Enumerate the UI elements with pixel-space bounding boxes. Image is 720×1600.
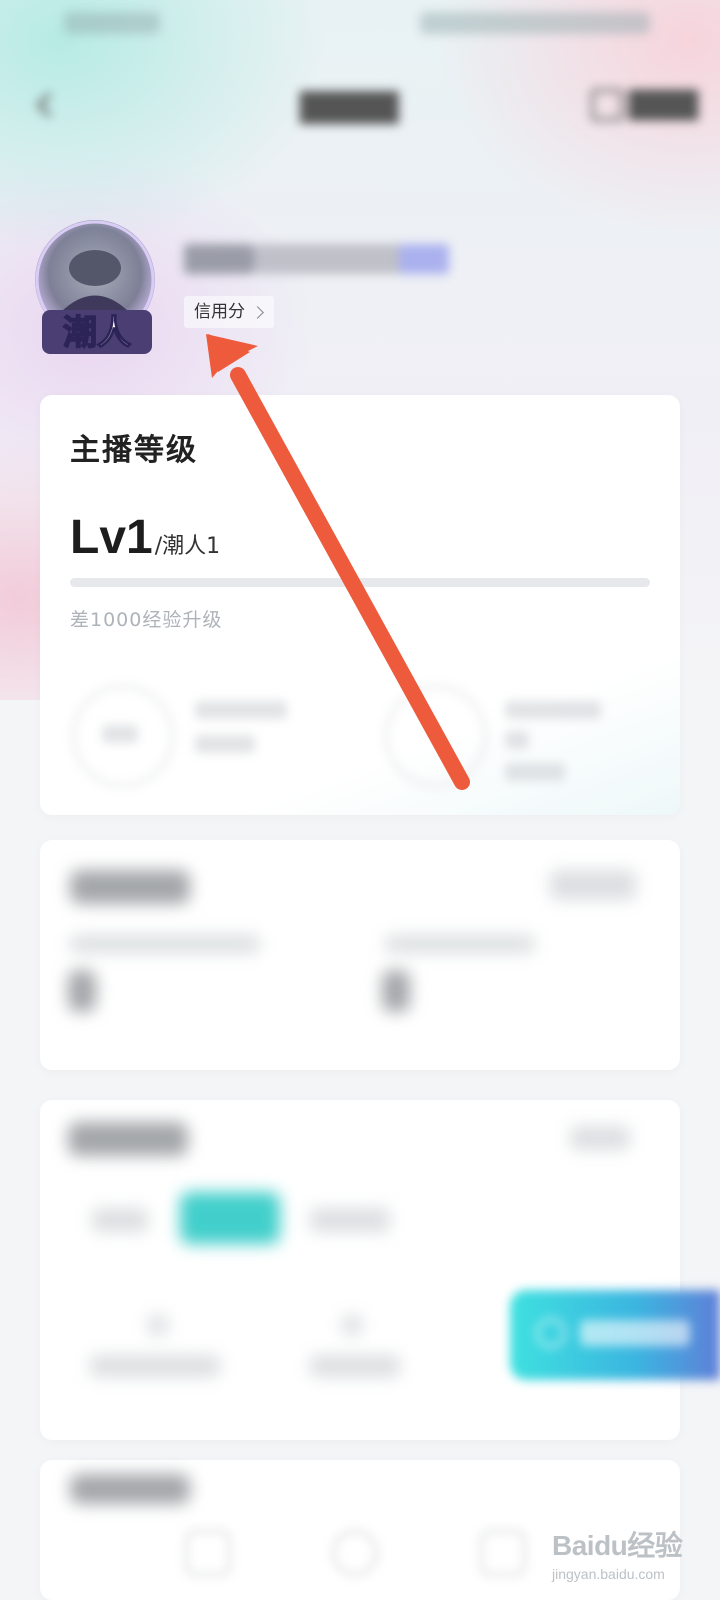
status-bar [0,0,720,48]
exp-needed-text: 差1000经验升级 [70,609,223,631]
watermark-brand: Baidu经验 [552,1530,683,1561]
back-arrow-icon[interactable] [30,90,60,120]
level-name: /潮人1 [154,534,221,559]
live-icon [536,1318,566,1348]
page-title: ▇▇▇▇ [300,86,399,124]
anchor-level-card: 主播等级 Lv1/潮人1 差1000经验升级 [40,395,680,815]
level-value: Lv1 [70,511,153,564]
nav-back-icon[interactable] [185,1530,231,1576]
credit-score-button[interactable]: 信用分 [184,296,274,328]
document-icon [590,88,623,121]
avatar[interactable]: 潮人 [30,218,165,358]
nav-home-icon[interactable] [332,1530,378,1576]
income-value-right [382,970,410,1012]
income-card-action[interactable] [550,870,636,900]
credit-score-label: 信用分 [194,302,245,322]
data-tab-active[interactable] [180,1192,280,1244]
level-row: Lv1/潮人1 [70,510,220,565]
nav-recent-icon[interactable] [480,1530,526,1576]
level-progress-bar [70,578,650,587]
income-card [40,840,680,1070]
data-card [40,1100,680,1440]
chevron-right-icon [251,305,264,319]
data-tab-1[interactable] [92,1208,148,1232]
profile-header: 潮人 信用分 [0,200,720,370]
status-time [64,12,160,34]
data-tab-3[interactable] [310,1208,390,1232]
status-icons [420,12,650,34]
income-value-left [68,970,96,1012]
username-blurred [184,240,454,276]
floating-start-live-button[interactable] [510,1290,720,1380]
nav-right-action[interactable]: ▇▇▇ [590,86,698,121]
stat-ring-right [385,685,487,787]
data-card-title [68,1122,188,1156]
data-card-more[interactable] [570,1126,630,1150]
level-card-title: 主播等级 [70,433,198,468]
income-card-title [70,870,190,904]
watermark-url: jingyan.baidu.com [552,1566,665,1582]
svg-text:潮人: 潮人 [63,313,131,353]
baidu-watermark: Baidu经验 jingyan.baidu.com [552,1508,720,1600]
top-nav: ▇▇▇▇ ▇▇▇ [0,70,720,140]
